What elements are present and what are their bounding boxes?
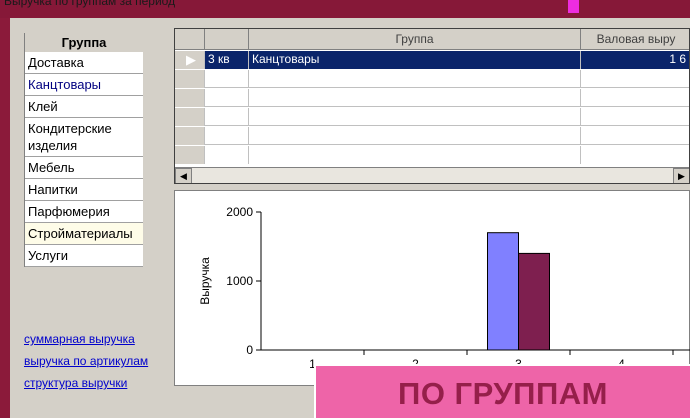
group-item-services[interactable]: Услуги: [25, 245, 143, 267]
link-revenue-by-article[interactable]: выручка по артикулам: [24, 353, 174, 369]
chart-bar: [518, 252, 550, 351]
group-list: Группа Доставка Канцтовары Клей Кондитер…: [24, 33, 143, 267]
group-list-header: Группа: [61, 35, 107, 50]
table-row[interactable]: [175, 108, 689, 126]
title-bar: Выручка по группам за период: [0, 0, 690, 18]
report-links: суммарная выручка выручка по артикулам с…: [24, 331, 174, 397]
group-item-delivery[interactable]: Доставка: [25, 52, 143, 74]
link-total-revenue[interactable]: суммарная выручка: [24, 331, 174, 347]
scroll-left-icon[interactable]: ◀: [175, 168, 192, 183]
grid-corner: [175, 29, 205, 50]
y-tick-label: 0: [246, 343, 253, 357]
accent-marker: [568, 0, 579, 13]
group-item-confectionery[interactable]: Кондитерские изделия: [25, 118, 143, 157]
revenue-chart: 010002000Выручка1234: [174, 190, 690, 386]
group-item-glue[interactable]: Клей: [25, 96, 143, 118]
grid-column-revenue[interactable]: Валовая выру: [581, 29, 689, 50]
group-item-furniture[interactable]: Мебель: [25, 157, 143, 179]
horizontal-scrollbar[interactable]: ◀ ▶: [175, 167, 689, 183]
link-revenue-structure[interactable]: структура выручки: [24, 375, 174, 391]
y-tick-label: 2000: [226, 205, 253, 219]
data-grid: Группа Валовая выру ▶ 3 кв Канцтовары 1 …: [174, 28, 690, 184]
table-row[interactable]: [175, 70, 689, 88]
y-axis-label: Выручка: [198, 257, 212, 305]
y-tick-label: 1000: [226, 274, 253, 288]
chart-canvas: 010002000Выручка1234: [198, 205, 690, 371]
section-banner: ПО ГРУППАМ: [314, 364, 690, 418]
scroll-right-icon[interactable]: ▶: [673, 168, 689, 183]
table-row[interactable]: [175, 89, 689, 107]
table-row[interactable]: [175, 127, 689, 145]
grid-header: Группа Валовая выру: [175, 29, 689, 50]
cell-period[interactable]: 3 кв: [205, 51, 249, 69]
group-item-drinks[interactable]: Напитки: [25, 179, 143, 201]
grid-column-period: [205, 29, 249, 50]
grid-column-group[interactable]: Группа: [249, 29, 581, 50]
group-item-building-materials[interactable]: Стройматериалы: [25, 223, 143, 245]
window-title: Выручка по группам за период: [4, 0, 176, 8]
table-row[interactable]: [175, 146, 689, 164]
row-pointer-icon: ▶: [175, 51, 205, 69]
cell-revenue[interactable]: 1 6: [581, 51, 689, 69]
group-item-stationery[interactable]: Канцтовары: [25, 74, 143, 96]
chart-bar: [487, 232, 519, 351]
cell-group[interactable]: Канцтовары: [249, 51, 581, 69]
group-item-perfumery[interactable]: Парфюмерия: [25, 201, 143, 223]
table-row[interactable]: ▶ 3 кв Канцтовары 1 6: [175, 51, 689, 69]
